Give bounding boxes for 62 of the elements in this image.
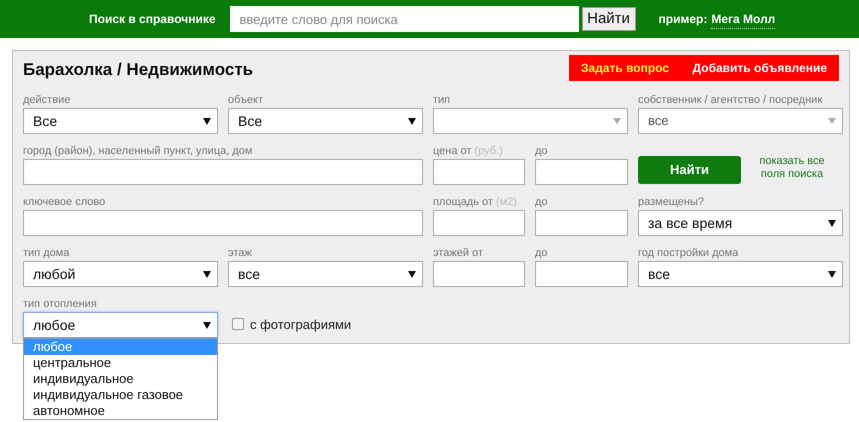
caret-icon	[408, 118, 416, 124]
caret-icon	[828, 220, 836, 226]
search-field[interactable]: введите слово для поиска	[230, 6, 579, 32]
checkbox[interactable]	[232, 318, 244, 330]
field-label: до	[535, 195, 549, 210]
select-field[interactable]: за все время	[638, 210, 843, 236]
caret-icon	[408, 270, 416, 278]
input-field[interactable]	[433, 210, 525, 236]
checkbox-label: с фотографиями	[250, 316, 352, 334]
select-value: Все	[33, 112, 58, 130]
add-listing-link[interactable]: Добавить объявление	[692, 59, 827, 77]
show-all-fields-link[interactable]: показать все поля поиска	[750, 155, 834, 181]
field-label: год постройки дома	[638, 246, 740, 261]
dropdown-option[interactable]: центральное	[24, 355, 217, 371]
field-label: до	[535, 144, 549, 159]
directory-search-label: Поиск в справочнике	[89, 11, 216, 28]
dropdown-option[interactable]: индивидуальное	[24, 371, 217, 387]
select-value: все	[238, 264, 260, 284]
select-value: любой	[33, 264, 76, 284]
search-button[interactable]: Найти	[582, 7, 636, 31]
input-field[interactable]	[535, 261, 628, 287]
field-label: тип отопления	[23, 297, 98, 312]
caret-icon	[828, 270, 836, 278]
dropdown-option[interactable]: автономное	[24, 403, 217, 419]
input-field[interactable]	[433, 159, 525, 185]
select-value: за все время	[648, 214, 732, 233]
field-label: ключевое слово	[23, 195, 106, 210]
input-field[interactable]	[23, 210, 423, 236]
input-field[interactable]	[433, 261, 525, 287]
caret-icon	[613, 118, 621, 124]
select-field[interactable]: Все	[228, 108, 423, 134]
field-label: размещены?	[638, 195, 705, 210]
caret-icon	[203, 270, 211, 278]
field-label: тип	[433, 93, 452, 108]
caret-icon	[203, 322, 211, 328]
field-label: этаж	[228, 246, 253, 261]
field-label: тип дома	[23, 246, 70, 261]
find-button[interactable]: Найти	[638, 156, 741, 184]
select-value: все	[648, 264, 670, 284]
field-label: действие	[23, 93, 72, 108]
field-label: город (район), населенный пункт, улица, дом	[23, 144, 254, 159]
field-label: объект	[228, 93, 264, 108]
dropdown-option[interactable]: индивидуальное газовое	[24, 387, 217, 403]
select-field[interactable]: все	[228, 261, 423, 287]
example-label: пример:	[658, 11, 708, 28]
caret-icon	[203, 118, 211, 124]
field-label: этажей от	[433, 246, 484, 261]
select-field[interactable]: Все	[23, 108, 218, 134]
select-value: все	[648, 112, 668, 130]
select-value: любое	[33, 316, 76, 334]
example-link[interactable]: Мега Молл	[711, 10, 776, 28]
select-value: Все	[238, 112, 262, 130]
select-field[interactable]: все	[638, 261, 843, 287]
select-field[interactable]: любое	[23, 312, 218, 338]
page-title: Барахолка / Недвижимость	[23, 59, 254, 81]
caret-icon	[828, 118, 836, 124]
input-field[interactable]	[535, 159, 628, 185]
input-field[interactable]	[23, 159, 423, 185]
field-label: собственник / агентство / посредник	[638, 93, 824, 108]
input-field[interactable]	[535, 210, 628, 236]
select-field[interactable]: любой	[23, 261, 218, 287]
field-label: до	[535, 246, 549, 261]
